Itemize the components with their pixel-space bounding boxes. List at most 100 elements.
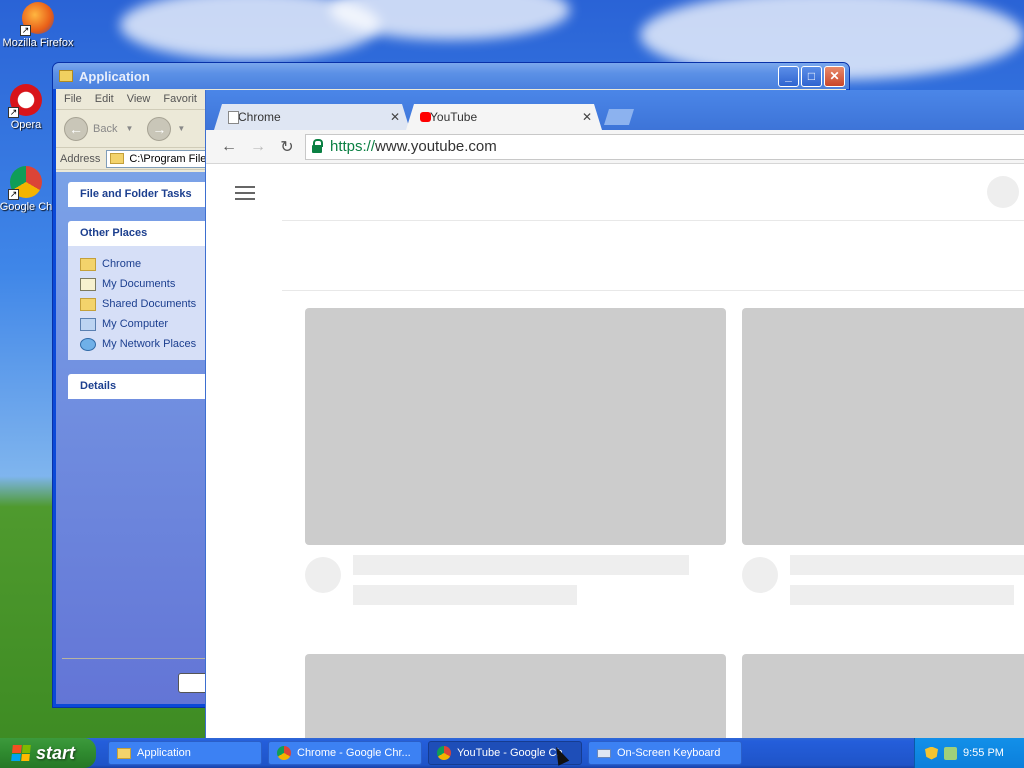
omnibar: ← → ↻ https:// www.youtube.com xyxy=(206,130,1024,164)
taskbar-item-application[interactable]: Application xyxy=(108,741,262,765)
forward-arrow-icon[interactable]: → xyxy=(147,116,172,141)
place-my-network-places[interactable]: My Network Places xyxy=(80,334,208,354)
other-places-list: Chrome My Documents Shared Documents My … xyxy=(68,246,208,360)
minimize-button[interactable]: _ xyxy=(778,65,799,87)
place-chrome[interactable]: Chrome xyxy=(80,254,208,274)
back-label[interactable]: Back xyxy=(93,123,117,135)
title-placeholder xyxy=(353,555,689,575)
hamburger-menu-icon[interactable] xyxy=(235,186,255,200)
tab-youtube[interactable]: YouTube ✕ xyxy=(406,104,602,130)
task-label: Chrome - Google Chr... xyxy=(297,747,411,759)
address-label: Address xyxy=(60,152,101,165)
desktop-icon-chrome[interactable]: ↗ Google Ch xyxy=(0,166,54,213)
video-thumbnail-placeholder[interactable] xyxy=(742,308,1024,545)
page-icon xyxy=(228,111,239,124)
pane-header[interactable]: Details xyxy=(68,374,208,399)
place-label: Chrome xyxy=(102,258,142,270)
clock[interactable]: 9:55 PM xyxy=(963,747,1004,759)
shared-folder-icon xyxy=(80,297,96,311)
close-button[interactable]: ✕ xyxy=(824,65,845,87)
channel-avatar-placeholder xyxy=(742,557,778,593)
task-label: Application xyxy=(137,747,191,759)
security-shield-icon[interactable] xyxy=(925,746,938,760)
chrome-window[interactable]: Chrome ✕ YouTube ✕ ← → ↻ https:// www.yo… xyxy=(205,90,1024,768)
divider xyxy=(282,220,1024,221)
desktop-icon-firefox[interactable]: ↗ Mozilla Firefox xyxy=(0,2,78,49)
folder-icon xyxy=(110,153,125,164)
youtube-icon xyxy=(420,112,431,122)
file-folder-tasks-pane[interactable]: File and Folder Tasks xyxy=(68,182,208,207)
task-label: YouTube - Google Ch xyxy=(457,747,563,759)
chrome-icon: ↗ xyxy=(8,166,42,200)
address-value: C:\Program Files xyxy=(129,152,212,165)
new-tab-button[interactable] xyxy=(604,109,634,125)
tab-strip: Chrome ✕ YouTube ✕ xyxy=(206,90,1024,130)
maximize-button[interactable]: □ xyxy=(801,65,822,87)
youtube-page xyxy=(206,164,1024,768)
network-globe-icon xyxy=(80,337,96,351)
system-tray: 9:55 PM xyxy=(914,738,1024,768)
other-places-pane: Other Places Chrome My Documents Shared … xyxy=(68,221,208,360)
shortcut-arrow-icon: ↗ xyxy=(8,189,19,200)
reload-icon[interactable]: ↻ xyxy=(276,137,298,157)
chrome-icon xyxy=(277,746,291,760)
close-icon[interactable]: ✕ xyxy=(582,110,592,124)
pane-header[interactable]: Other Places xyxy=(68,221,208,246)
keyboard-icon xyxy=(597,748,611,758)
tab-label: Chrome xyxy=(238,110,281,124)
url-input[interactable]: https:// www.youtube.com xyxy=(305,133,1024,160)
close-icon[interactable]: ✕ xyxy=(390,110,400,124)
folder-icon xyxy=(80,257,96,271)
back-arrow-icon[interactable]: ← xyxy=(64,116,88,141)
menu-file[interactable]: File xyxy=(64,93,82,105)
desktop-icon-label: Google Ch xyxy=(0,201,53,213)
taskbar-item-on-screen-keyboard[interactable]: On-Screen Keyboard xyxy=(588,741,742,765)
place-shared-documents[interactable]: Shared Documents xyxy=(80,294,208,314)
meta-placeholder xyxy=(790,585,1014,605)
tab-chrome[interactable]: Chrome ✕ xyxy=(214,104,410,130)
windows-flag-icon xyxy=(11,745,31,761)
pane-header[interactable]: File and Folder Tasks xyxy=(68,182,208,207)
tab-label: YouTube xyxy=(430,110,478,124)
network-icon[interactable] xyxy=(944,746,957,760)
menu-edit[interactable]: Edit xyxy=(95,93,114,105)
desktop-icon-opera[interactable]: ↗ Opera xyxy=(0,84,54,131)
explorer-title-bar[interactable]: Application _ □ ✕ xyxy=(53,63,849,89)
url-host: www.youtube.com xyxy=(375,138,497,155)
place-my-computer[interactable]: My Computer xyxy=(80,314,208,334)
back-arrow-icon[interactable]: ← xyxy=(218,138,240,156)
avatar[interactable] xyxy=(987,176,1019,208)
place-label: My Network Places xyxy=(102,338,197,350)
folder-icon xyxy=(117,747,131,759)
chevron-down-icon[interactable]: ▼ xyxy=(125,124,133,133)
window-title: Application xyxy=(79,68,150,84)
task-pane: File and Folder Tasks Other Places Chrom… xyxy=(56,172,208,704)
menu-favorites[interactable]: Favorit xyxy=(163,93,197,105)
forward-arrow-icon[interactable]: → xyxy=(247,138,269,156)
taskbar-item-chrome[interactable]: Chrome - Google Chr... xyxy=(268,741,422,765)
chrome-icon xyxy=(437,746,451,760)
place-label: My Documents xyxy=(102,278,176,290)
chevron-down-icon[interactable]: ▼ xyxy=(177,124,185,133)
desktop-icon-label: Mozilla Firefox xyxy=(2,37,74,49)
folder-icon xyxy=(59,70,73,82)
shortcut-arrow-icon: ↗ xyxy=(8,107,19,118)
desktop-icon-label: Opera xyxy=(10,119,42,131)
start-label: start xyxy=(36,742,76,763)
start-button[interactable]: start xyxy=(0,738,96,768)
taskbar: start Application Chrome - Google Chr...… xyxy=(0,738,1024,768)
shortcut-arrow-icon: ↗ xyxy=(20,25,31,36)
title-placeholder xyxy=(790,555,1024,575)
explorer-dialog-footer xyxy=(62,658,218,700)
opera-icon: ↗ xyxy=(8,84,42,118)
lock-icon xyxy=(312,138,323,153)
computer-icon xyxy=(80,317,96,331)
video-thumbnail-placeholder[interactable] xyxy=(305,308,726,545)
task-label: On-Screen Keyboard xyxy=(617,747,721,759)
place-label: My Computer xyxy=(102,318,169,330)
firefox-icon: ↗ xyxy=(20,2,54,36)
details-pane[interactable]: Details xyxy=(68,374,208,399)
menu-view[interactable]: View xyxy=(127,93,151,105)
divider xyxy=(282,290,1024,291)
place-my-documents[interactable]: My Documents xyxy=(80,274,208,294)
